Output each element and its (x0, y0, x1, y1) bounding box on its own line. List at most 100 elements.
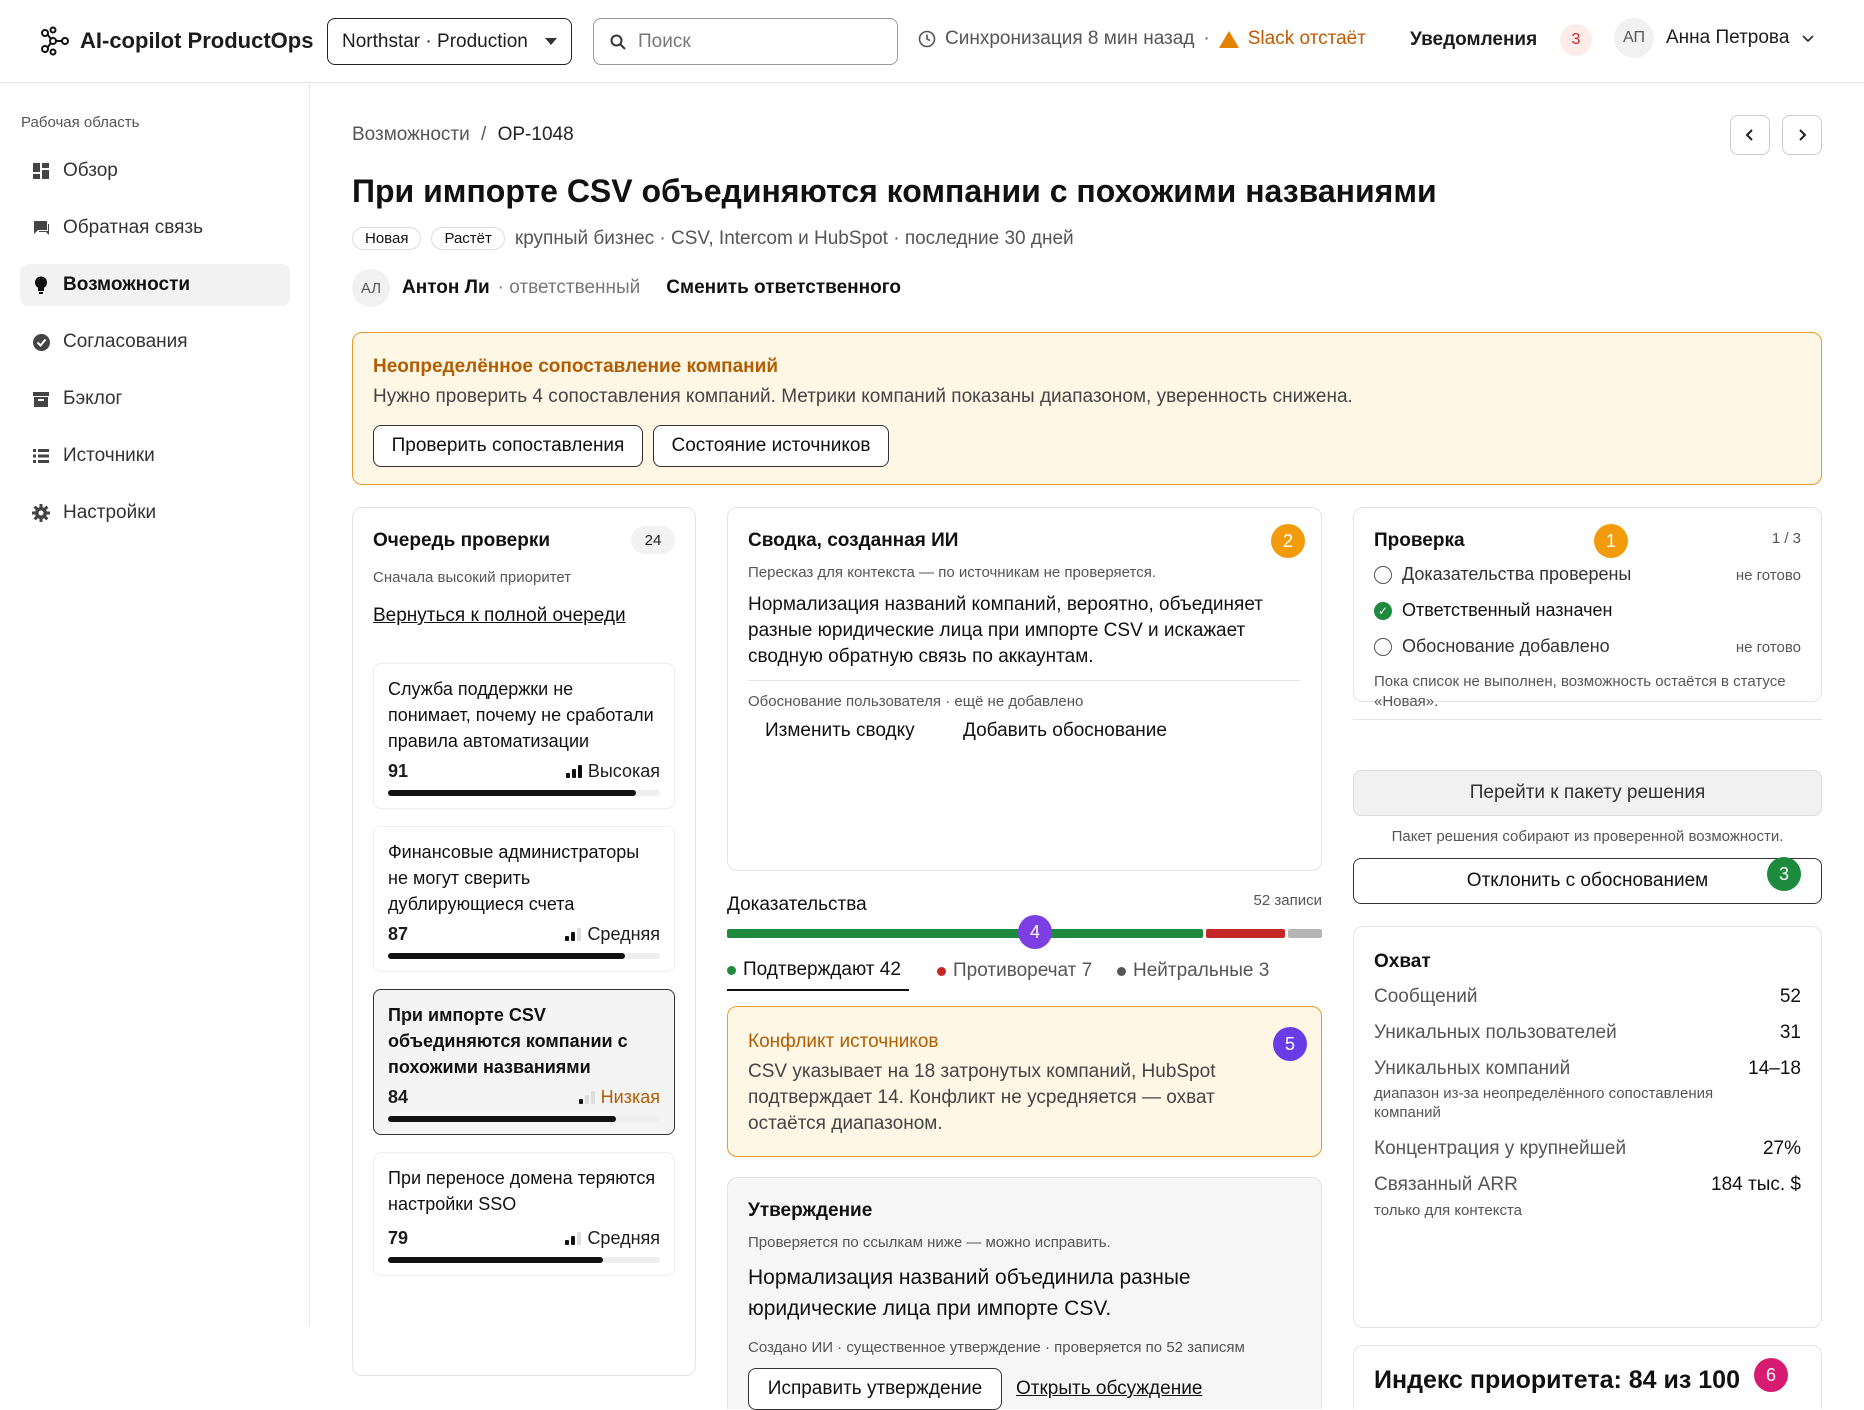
metric-row: Уникальных компаний 14–18 (1374, 1058, 1801, 1080)
metric-label: Сообщений (1374, 986, 1478, 1007)
fix-claim-button[interactable]: Исправить утверждение (748, 1368, 1002, 1410)
queue-item-priority: Низкая (600, 1087, 660, 1107)
add-reason-button[interactable]: Добавить обоснование (963, 720, 1167, 742)
ai-summary-card: Сводка, созданная ИИ 2 Пересказ для конт… (727, 507, 1322, 871)
caret-down-icon (545, 38, 557, 45)
queue-item-score: 84 (388, 1087, 409, 1107)
next-button[interactable] (1782, 115, 1822, 155)
sidebar-item-backlog[interactable]: Бэклог (20, 378, 290, 420)
claim-card: Утверждение Проверяется по ссылкам ниже … (727, 1177, 1322, 1410)
back-to-queue-link[interactable]: Вернуться к полной очереди (373, 605, 626, 627)
claim-note: Проверяется по ссылкам ниже — можно испр… (748, 1234, 1111, 1251)
breadcrumb-separator: / (481, 124, 487, 145)
user-reason: Обоснование пользователя · ещё не добавл… (748, 693, 1084, 710)
sync-status: Синхронизация 8 мин назад · Slack отстаё… (918, 28, 1366, 50)
list-item[interactable]: Финансовые администраторы не могут свери… (373, 826, 675, 972)
open-discussion-link[interactable]: Открыть обсуждение (1016, 1378, 1202, 1400)
checklist-item[interactable]: Обоснование добавлено (1374, 636, 1610, 657)
breadcrumb-parent[interactable]: Возможности (352, 124, 470, 145)
source-conflict-card: Конфликт источников 5 CSV указывает на 1… (727, 1006, 1322, 1157)
sidebar-item-sources[interactable]: Источники (20, 435, 290, 477)
source-status-button[interactable]: Состояние источников (653, 425, 889, 467)
edit-summary-button[interactable]: Изменить сводку (765, 720, 915, 742)
user-menu[interactable]: АП Анна Петрова (1614, 18, 1815, 58)
list-item[interactable]: При переносе домена теряются настройки S… (373, 1152, 675, 1276)
gear-icon (32, 504, 50, 522)
notifications-link[interactable]: Уведомления (1410, 29, 1537, 51)
review-checklist: Проверка 1 1 / 3 Доказательства проверен… (1353, 507, 1822, 710)
empty-circle-icon (1374, 565, 1392, 584)
metric-label: Концентрация у крупнейшей (1374, 1138, 1627, 1159)
checklist-status: не готово (1735, 639, 1801, 656)
sidebar-item-opportunities[interactable]: Возможности (20, 264, 290, 306)
search-icon (610, 34, 626, 50)
search-input[interactable]: Поиск (593, 18, 898, 65)
chevron-right-icon (1799, 129, 1807, 141)
tab-label: Подтверждают 42 (743, 959, 901, 980)
review-note: Пока список не выполнен, возможность ост… (1374, 673, 1786, 710)
checklist-item[interactable]: ✓ Ответственный назначен (1374, 600, 1612, 621)
queue-item-priority: Средняя (587, 924, 660, 944)
lightbulb-icon (32, 276, 50, 294)
metric-row: Сообщений 52 (1374, 986, 1801, 1008)
list-icon (32, 447, 50, 465)
metric-value: 184 тыс. $ (1711, 1174, 1801, 1195)
claim-meta: Создано ИИ · существенное утверждение · … (748, 1339, 1245, 1356)
metric-value: 14–18 (1748, 1058, 1801, 1079)
top-bar: AI-copilot ProductOps Northstar · Produc… (0, 0, 1864, 83)
metric-row: Концентрация у крупнейшей 27% (1374, 1138, 1801, 1160)
sidebar-item-label: Настройки (63, 502, 157, 523)
chevron-down-icon (1802, 35, 1815, 43)
sidebar-item-feedback[interactable]: Обратная связь (20, 207, 290, 249)
metric-value: 27% (1762, 1138, 1801, 1159)
queue-item-score: 91 (388, 761, 409, 781)
evidence-contra-segment (1205, 929, 1285, 938)
tab-label: Нейтральные 3 (1133, 960, 1270, 981)
tab-neutral[interactable]: Нейтральные 3 (1117, 951, 1269, 991)
step-badge: 2 (1271, 524, 1305, 558)
reach-card: Охват Сообщений 52 Уникальных пользовател… (1353, 926, 1822, 1328)
page-title: При импорте CSV объединяются компании с … (352, 173, 1437, 209)
sidebar-item-overview[interactable]: Обзор (20, 150, 290, 192)
queue-item-priority: Средняя (587, 1228, 660, 1248)
signal-icon (565, 765, 582, 778)
app-logo[interactable]: AI-copilot ProductOps (40, 26, 313, 56)
list-item-selected[interactable]: При импорте CSV объединяются компании с … (373, 989, 675, 1135)
user-name: Анна Петрова (1666, 27, 1790, 48)
evidence-section: Доказательства 52 записи 4 Подтверждают … (727, 889, 1322, 991)
queue-item-priority: Высокая (587, 761, 660, 781)
trend-tag: Растёт (431, 227, 505, 250)
chat-icon (32, 219, 50, 237)
slack-status[interactable]: Slack отстаёт (1248, 28, 1366, 50)
list-item[interactable]: Служба поддержки не понимает, почему не … (373, 663, 675, 809)
checklist-item[interactable]: Доказательства проверены (1374, 564, 1631, 585)
dashboard-icon (32, 162, 50, 180)
review-matches-button[interactable]: Проверить сопоставления (373, 425, 643, 467)
sidebar-section-label: Рабочая область (21, 114, 140, 131)
sidebar-item-approvals[interactable]: Согласования (20, 321, 290, 363)
metric-note: диапазон из-за неопределённого сопоставл… (1374, 1085, 1714, 1121)
sidebar-item-settings[interactable]: Настройки (20, 492, 290, 534)
go-to-decision-button[interactable]: Перейти к пакету решения (1353, 770, 1822, 816)
summary-note: Пересказ для контекста — по источникам н… (748, 564, 1157, 581)
tab-support[interactable]: Подтверждают 42 (727, 951, 909, 991)
score-bar (388, 953, 660, 959)
evidence-total: 52 записи (1253, 892, 1322, 909)
sidebar-item-label: Согласования (63, 331, 188, 352)
reject-with-reason-button[interactable]: Отклонить с обоснованием (1353, 858, 1822, 904)
change-owner-button[interactable]: Сменить ответственного (666, 277, 901, 299)
reach-title: Охват (1374, 951, 1431, 972)
prev-button[interactable] (1730, 115, 1770, 155)
status-tag: Новая (352, 227, 422, 250)
score-bar (388, 1116, 660, 1122)
workspace-select[interactable]: Northstar · Production (327, 18, 572, 65)
evidence-title: Доказательства (727, 894, 867, 915)
metric-label: Связанный ARR (1374, 1174, 1518, 1195)
summary-title: Сводка, созданная ИИ (748, 530, 959, 551)
queue-subtitle: Сначала высокий приоритет (373, 569, 572, 586)
chevron-left-icon (1745, 129, 1753, 141)
tab-contra[interactable]: Противоречат 7 (937, 951, 1092, 991)
signal-icon (565, 1232, 582, 1245)
review-title: Проверка (1374, 530, 1465, 551)
claim-text: Нормализация названий объединила разные … (748, 1266, 1191, 1320)
